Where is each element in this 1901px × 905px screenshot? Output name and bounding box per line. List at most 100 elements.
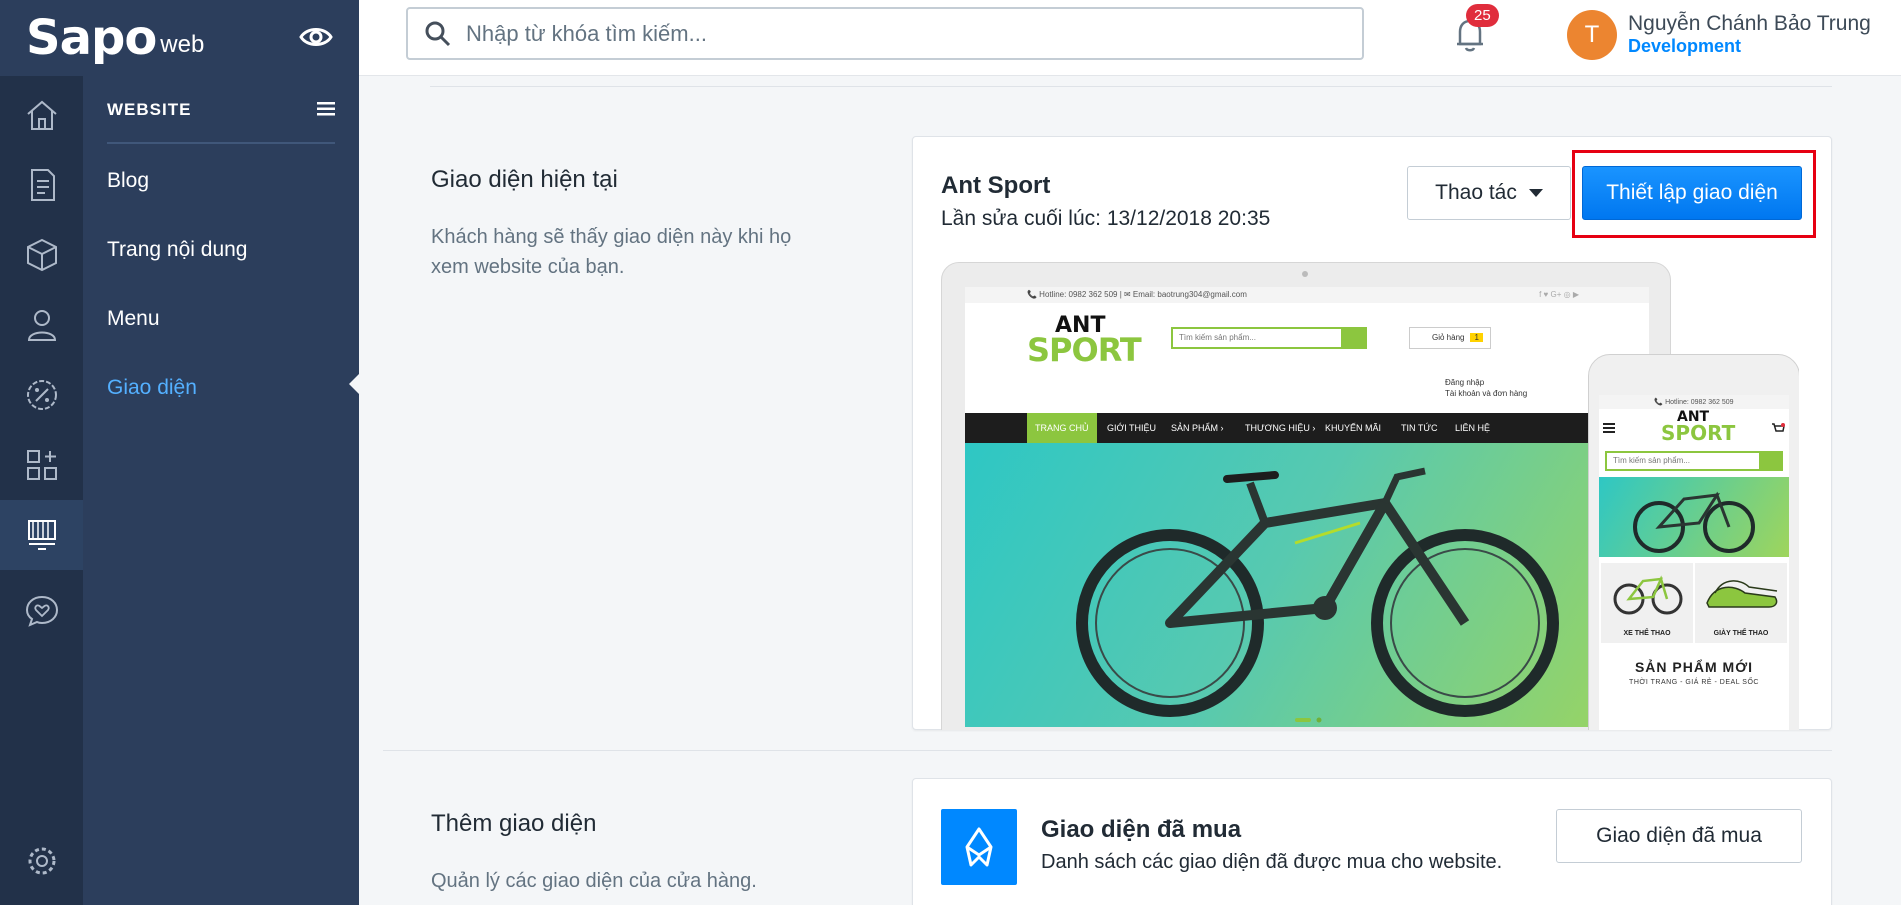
add-theme-heading: Thêm giao diện (431, 810, 597, 837)
carousel-dots (1295, 717, 1322, 723)
submenu-item-blog[interactable]: Blog (107, 169, 149, 193)
mobile-tile-label: GIÀY THỂ THAO (1713, 630, 1769, 637)
divider-middle (383, 750, 1832, 751)
submenu-title: WEBSITE (107, 100, 192, 119)
bought-themes-description: Danh sách các giao diện đã được mua cho … (1041, 851, 1503, 873)
preview-login: Đăng nhập Tài khoản và đơn hàng (1445, 377, 1527, 399)
preview-nav: TRANG CHỦ GIỚI THIỆU SẢN PHẨM › THƯƠNG H… (965, 413, 1649, 443)
rail-apps[interactable] (0, 430, 83, 500)
preview-nav-item: TRANG CHỦ (1035, 423, 1089, 433)
preview-account-label: Tài khoản và đơn hàng (1445, 389, 1528, 398)
bought-themes-button[interactable]: Giao diện đã mua (1556, 809, 1802, 863)
home-icon (26, 100, 57, 130)
theme-last-edited: Lần sửa cuối lúc: 13/12/2018 20:35 (941, 207, 1271, 230)
rail-discounts[interactable] (0, 360, 83, 430)
menu-toggle-icon[interactable] (317, 102, 335, 116)
actions-dropdown[interactable]: Thao tác (1407, 166, 1571, 220)
notification-badge: 25 (1466, 4, 1499, 27)
mobile-new-products-title: SẢN PHẨM MỚI (1634, 659, 1754, 675)
preview-nav-item: TIN TỨC (1401, 423, 1438, 433)
submenu-item-pages[interactable]: Trang nội dung (107, 238, 248, 262)
theme-store-icon (965, 827, 993, 867)
preview-cart-label: Giỏ hàng (1432, 333, 1465, 342)
current-theme-description: Khách hàng sẽ thấy giao diện này khi họ … (431, 226, 792, 278)
support-icon (25, 595, 58, 627)
preview-nav-item: KHUYẾN MÃI (1325, 423, 1382, 433)
rail-support[interactable] (0, 576, 83, 646)
bought-themes-icon-tile (941, 809, 1017, 885)
eye-icon[interactable] (299, 22, 333, 52)
search-input[interactable] (466, 20, 1326, 47)
settings-icon (28, 847, 55, 875)
laptop-frame: 📞 Hotline: 0982 362 509 | ✉ Email: baotr… (941, 262, 1671, 730)
apps-icon (26, 450, 57, 480)
preview-social-icons: f ♥ G+ ◎ ▶ (1539, 290, 1579, 299)
rail-website[interactable] (0, 500, 83, 570)
theme-preview[interactable]: 📞 Hotline: 0982 362 509 | ✉ Email: baotr… (941, 262, 1799, 730)
icon-rail (0, 76, 83, 905)
mobile-tile-shoes: GIÀY THỂ THAO (1695, 563, 1787, 643)
preview-search-text: Tìm kiếm sản phẩm... (1179, 333, 1256, 342)
search-icon (425, 21, 451, 46)
preview-login-label: Đăng nhập (1445, 378, 1485, 387)
rail-home[interactable] (0, 80, 83, 150)
preview-search-button (1341, 327, 1367, 349)
mobile-tile-shoe-image (1706, 580, 1778, 608)
phone-frame: 📞 Hotline: 0982 362 509 ANT SPORT Tìm ki… (1588, 354, 1799, 730)
mobile-menu-icon (1603, 423, 1615, 433)
user-role: Development (1628, 36, 1742, 56)
discount-icon (26, 380, 57, 410)
preview-hero-banner (965, 443, 1649, 727)
mobile-tile-label: XE THỂ THAO (1623, 630, 1671, 637)
product-icon (26, 238, 57, 272)
mobile-search: Tìm kiếm sản phẩm... (1605, 451, 1783, 471)
customize-theme-button[interactable]: Thiết lập giao diện (1582, 166, 1802, 220)
current-theme-heading: Giao diện hiện tại (431, 166, 618, 193)
customer-icon (27, 310, 56, 341)
submenu-item-menu[interactable]: Menu (107, 307, 160, 331)
submenu-item-themes[interactable]: Giao diện (107, 376, 197, 400)
mobile-logo-bottom: SPORT (1661, 421, 1736, 445)
mobile-bicycle-illustration (1633, 491, 1755, 553)
user-name[interactable]: Nguyễn Chánh Bảo Trung (1628, 12, 1871, 36)
laptop-camera (1302, 271, 1308, 277)
bicycle-illustration (1076, 467, 1559, 717)
search-box[interactable] (406, 7, 1364, 60)
brand[interactable]: Sapo web (0, 0, 359, 76)
avatar[interactable]: T (1567, 10, 1617, 60)
add-theme-description: Quản lý các giao diện của cửa hàng. (431, 870, 757, 892)
mobile-tile-bikes: XE THỂ THAO (1601, 563, 1693, 643)
mobile-search-button (1759, 451, 1783, 471)
laptop-screen: 📞 Hotline: 0982 362 509 | ✉ Email: baotr… (965, 287, 1649, 727)
rail-customers[interactable] (0, 290, 83, 360)
theme-name: Ant Sport (941, 172, 1051, 199)
mobile-new-products-subtitle: THỜI TRANG - GIÁ RẺ - DEAL SỐC (1629, 679, 1759, 686)
caret-down-icon (1528, 189, 1543, 197)
brand-sub: web (160, 31, 205, 58)
divider-top (430, 86, 1832, 87)
preview-cart-count: 1 (1470, 333, 1483, 342)
mobile-cart-icon (1772, 423, 1785, 432)
preview-nav-item: SẢN PHẨM › (1171, 423, 1224, 433)
preview-nav-item: GIỚI THIỆU (1107, 423, 1157, 433)
website-icon (27, 520, 56, 550)
website-submenu: WEBSITE Blog Trang nội dung Menu Giao di… (83, 76, 359, 905)
brand-logo: Sapo (26, 10, 157, 66)
actions-label: Thao tác (1435, 181, 1517, 204)
rail-orders[interactable] (0, 150, 83, 220)
preview-nav-item: LIÊN HỆ (1455, 423, 1491, 433)
mobile-hero (1599, 477, 1789, 557)
rail-products[interactable] (0, 220, 83, 290)
preview-cart: Giỏ hàng 1 (1409, 327, 1491, 349)
preview-search: Tìm kiếm sản phẩm... (1171, 327, 1367, 349)
mobile-search-text: Tìm kiếm sản phẩm... (1613, 456, 1690, 465)
order-icon (30, 169, 55, 201)
mobile-tile-bike-image (1613, 575, 1683, 615)
mobile-hotline: 📞 Hotline: 0982 362 509 (1599, 395, 1789, 409)
submenu-header: WEBSITE (107, 100, 335, 144)
top-bar: Sapo web 25 T Nguyễn Chánh Bảo Trung Dev… (0, 0, 1901, 76)
bought-themes-title: Giao diện đã mua (1041, 816, 1242, 843)
preview-nav-item: THƯƠNG HIỆU › (1245, 423, 1316, 433)
rail-settings[interactable] (0, 826, 83, 896)
preview-logo-bottom: SPORT (1027, 331, 1142, 369)
